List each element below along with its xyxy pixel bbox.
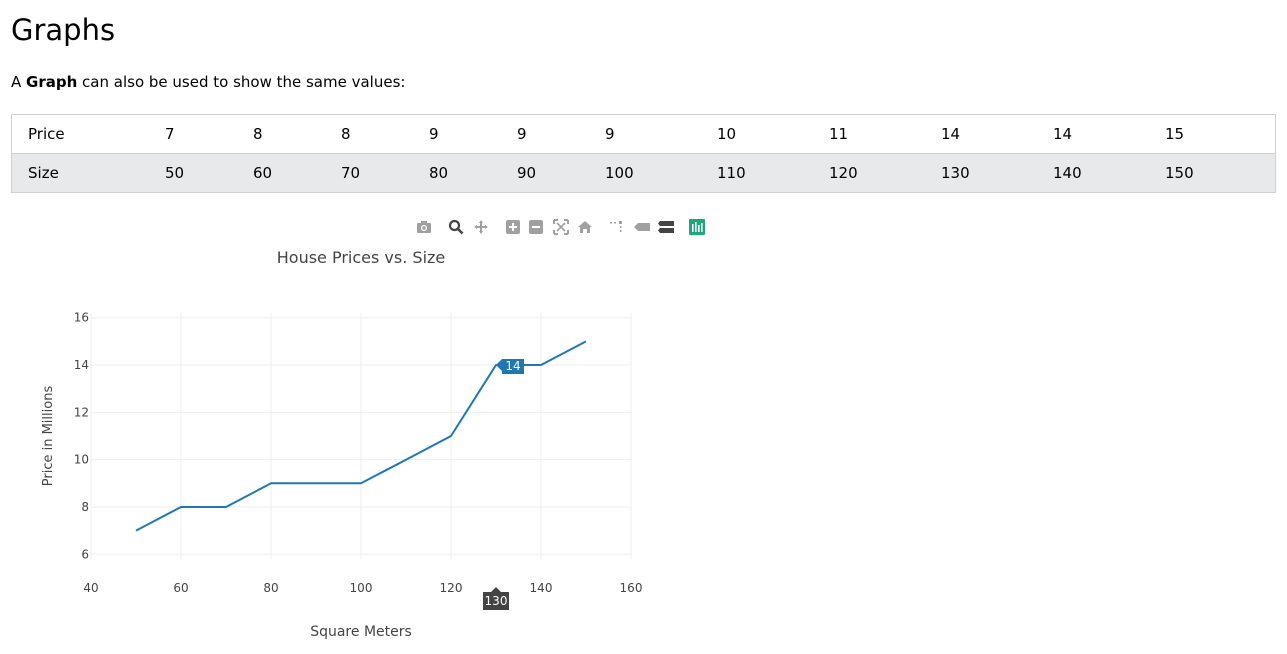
table-cell: 50 xyxy=(165,153,253,193)
table-row: Size 50 60 70 80 90 100 110 120 130 140 150 xyxy=(11,153,1276,193)
home-icon[interactable] xyxy=(575,216,595,238)
x-tick-label: 100 xyxy=(350,581,373,595)
x-tick-label: 120 xyxy=(440,581,463,595)
table-cell: 70 xyxy=(341,153,429,193)
hover-y-label: 14 xyxy=(505,359,520,373)
table-cell: 8 xyxy=(341,114,429,154)
data-table: Price 7 8 8 9 9 9 10 11 14 14 15 Size 50 60 70 80 90 100 11… xyxy=(11,114,1276,193)
autoscale-icon[interactable] xyxy=(551,216,571,238)
plotly-logo-icon[interactable] xyxy=(687,216,707,238)
table-row-label: Price xyxy=(11,114,165,154)
intro-bold: Graph xyxy=(26,73,78,91)
y-tick-label: 10 xyxy=(74,453,89,467)
x-axis-label: Square Meters xyxy=(310,624,412,640)
zoom-out-icon[interactable] xyxy=(526,216,546,238)
table-cell: 11 xyxy=(829,114,941,154)
intro-text: A Graph can also be used to show the sam… xyxy=(11,72,405,92)
chart-area: 40 60 80 100 120 140 160 6 8 10 12 14 16 House Prices… xyxy=(0,240,700,654)
table-cell: 150 xyxy=(1165,153,1276,193)
hover-x-label: 130 xyxy=(485,594,508,608)
table-row: Price 7 8 8 9 9 9 10 11 14 14 15 xyxy=(11,114,1276,154)
zoom-icon[interactable] xyxy=(446,216,466,238)
intro-suffix: can also be used to show the same values… xyxy=(77,73,406,91)
table-cell: 90 xyxy=(517,153,605,193)
intro-prefix: A xyxy=(11,73,27,91)
x-tick-label: 140 xyxy=(530,581,553,595)
table-cell: 130 xyxy=(941,153,1053,193)
x-tick-label: 40 xyxy=(83,581,98,595)
y-tick-label: 8 xyxy=(81,500,89,514)
chart-title: House Prices vs. Size xyxy=(277,248,446,267)
table-cell: 110 xyxy=(717,153,829,193)
table-cell: 8 xyxy=(253,114,341,154)
x-tick-label: 160 xyxy=(620,581,643,595)
page-title: Graphs xyxy=(11,13,116,47)
table-cell: 9 xyxy=(605,114,717,154)
camera-icon[interactable] xyxy=(414,216,434,238)
table-cell: 9 xyxy=(517,114,605,154)
hover-compare-icon[interactable] xyxy=(656,216,676,238)
y-tick-label: 16 xyxy=(74,311,89,325)
table-row-label: Size xyxy=(11,153,165,193)
table-cell: 140 xyxy=(1053,153,1165,193)
table-cell: 7 xyxy=(165,114,253,154)
y-axis-label: Price in Millions xyxy=(41,386,56,487)
zoom-in-icon[interactable] xyxy=(503,216,523,238)
y-tick-label: 12 xyxy=(74,405,89,419)
hover-closest-icon[interactable] xyxy=(632,216,652,238)
table-cell: 15 xyxy=(1165,114,1276,154)
x-tick-label: 60 xyxy=(173,581,188,595)
table-cell: 80 xyxy=(429,153,517,193)
line-chart[interactable]: 40 60 80 100 120 140 160 6 8 10 12 14 16 House Prices… xyxy=(0,240,700,650)
table-cell: 120 xyxy=(829,153,941,193)
table-cell: 14 xyxy=(941,114,1053,154)
y-tick-label: 6 xyxy=(81,547,89,561)
table-cell: 14 xyxy=(1053,114,1165,154)
x-tick-label: 80 xyxy=(263,581,278,595)
spike-lines-icon[interactable] xyxy=(606,216,626,238)
table-cell: 10 xyxy=(717,114,829,154)
y-tick-label: 14 xyxy=(74,358,89,372)
table-cell: 60 xyxy=(253,153,341,193)
table-cell: 9 xyxy=(429,114,517,154)
table-cell: 100 xyxy=(605,153,717,193)
pan-icon[interactable] xyxy=(471,216,491,238)
